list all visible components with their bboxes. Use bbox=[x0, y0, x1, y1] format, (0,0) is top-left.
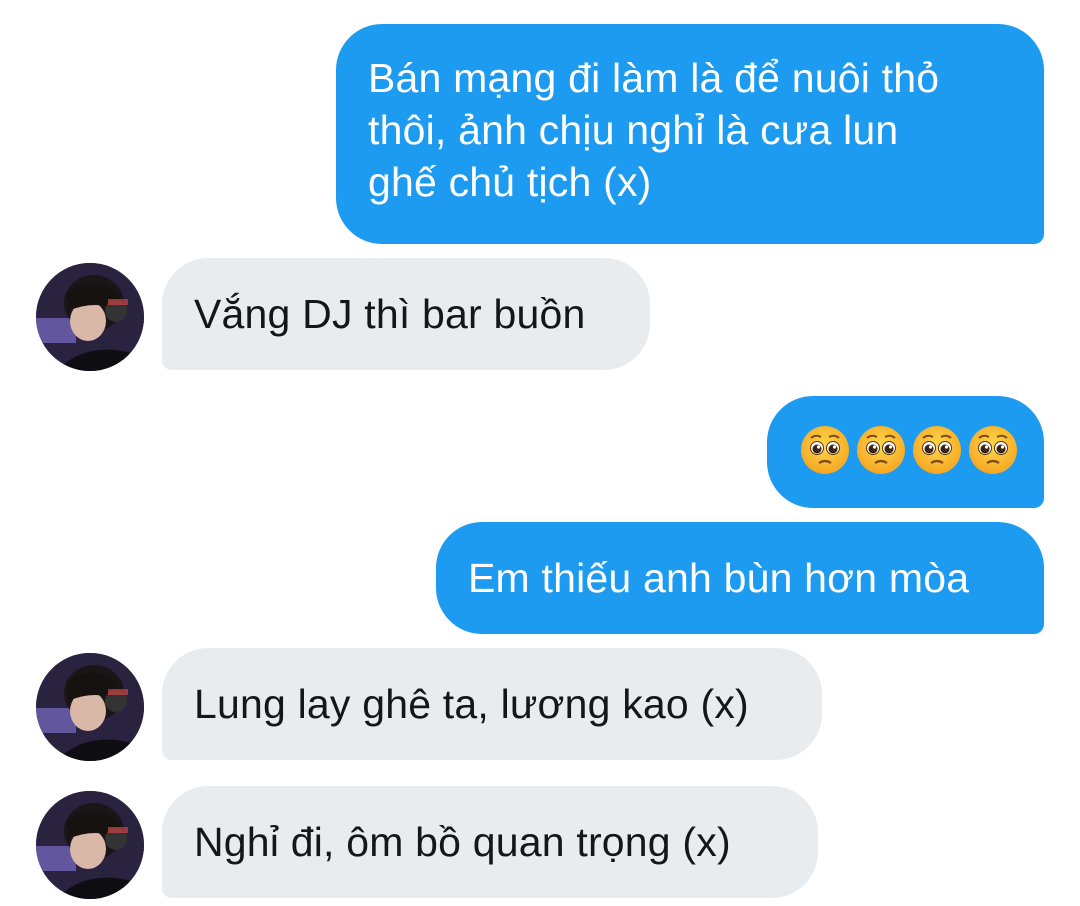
pleading-face-emoji bbox=[969, 426, 1017, 474]
chat-thread: Bán mạng đi làm là để nuôi thỏ thôi, ảnh… bbox=[0, 0, 1080, 906]
avatar-photo bbox=[36, 263, 144, 371]
outgoing-message[interactable] bbox=[767, 396, 1044, 508]
message-text: Lung lay ghê ta, lương kao (x) bbox=[194, 681, 749, 727]
pleading-face-emoji bbox=[857, 426, 905, 474]
outgoing-message[interactable]: Em thiếu anh bùn hơn mòa bbox=[436, 522, 1044, 634]
incoming-message[interactable]: Nghỉ đi, ôm bồ quan trọng (x) bbox=[162, 786, 818, 898]
avatar-photo bbox=[36, 653, 144, 761]
message-text: Vắng DJ thì bar buồn bbox=[194, 291, 586, 337]
avatar-photo bbox=[36, 791, 144, 899]
message-text: Em thiếu anh bùn hơn mòa bbox=[468, 555, 970, 601]
pleading-face-emoji bbox=[913, 426, 961, 474]
message-text: Nghỉ đi, ôm bồ quan trọng (x) bbox=[194, 819, 731, 865]
outgoing-message[interactable]: Bán mạng đi làm là để nuôi thỏ thôi, ảnh… bbox=[336, 24, 1044, 244]
incoming-message[interactable]: Vắng DJ thì bar buồn bbox=[162, 258, 650, 370]
pleading-face-emoji bbox=[801, 426, 849, 474]
avatar[interactable] bbox=[36, 263, 144, 371]
avatar[interactable] bbox=[36, 653, 144, 761]
message-text-line: ghế chủ tịch (x) bbox=[368, 159, 652, 205]
avatar[interactable] bbox=[36, 791, 144, 899]
message-text-line: thôi, ảnh chịu nghỉ là cưa lun bbox=[368, 107, 899, 153]
emoji-row bbox=[799, 424, 1044, 476]
incoming-message[interactable]: Lung lay ghê ta, lương kao (x) bbox=[162, 648, 822, 760]
message-text-line: Bán mạng đi làm là để nuôi thỏ bbox=[368, 55, 940, 101]
